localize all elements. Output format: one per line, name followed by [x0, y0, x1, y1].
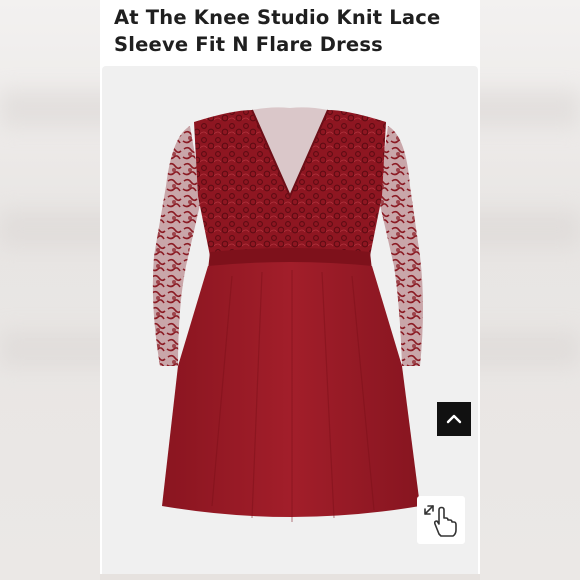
back-to-top-button[interactable]	[437, 402, 471, 436]
product-page: At The Knee Studio Knit Lace Sleeve Fit …	[100, 0, 480, 580]
tap-to-zoom-button[interactable]	[417, 496, 465, 544]
product-image[interactable]	[102, 66, 478, 580]
chevron-up-icon	[446, 414, 462, 424]
product-title: At The Knee Studio Knit Lace Sleeve Fit …	[114, 6, 441, 56]
bottom-edge	[100, 574, 480, 580]
tap-to-zoom-icon	[424, 505, 457, 537]
skirt	[162, 262, 420, 517]
